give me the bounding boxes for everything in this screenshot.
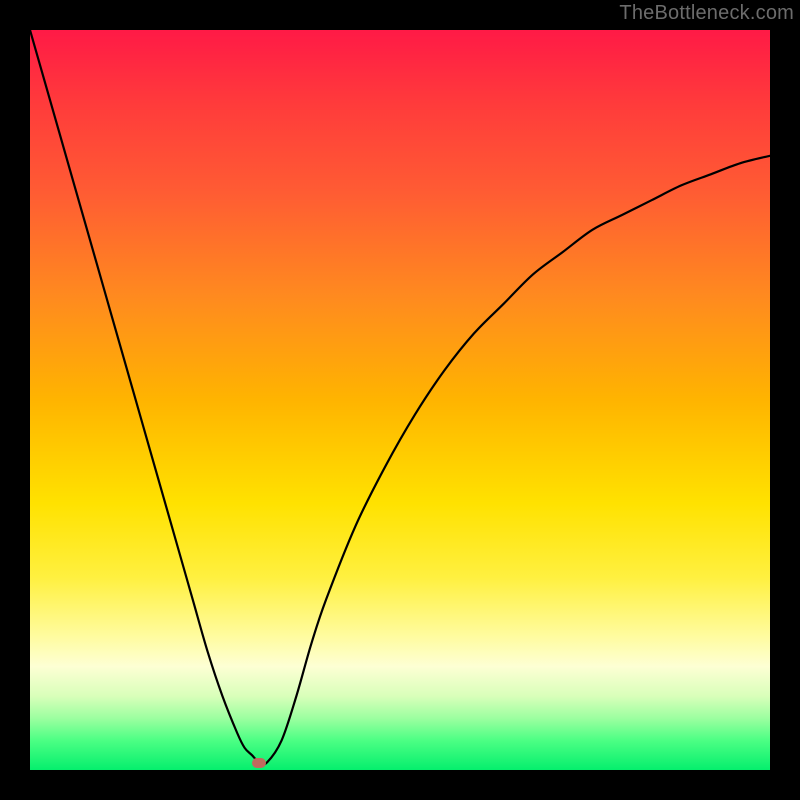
watermark-text: TheBottleneck.com bbox=[619, 2, 794, 25]
bottleneck-curve bbox=[30, 30, 770, 770]
min-point-marker bbox=[252, 758, 266, 768]
plot-area bbox=[30, 30, 770, 770]
chart-frame: TheBottleneck.com bbox=[0, 0, 800, 800]
